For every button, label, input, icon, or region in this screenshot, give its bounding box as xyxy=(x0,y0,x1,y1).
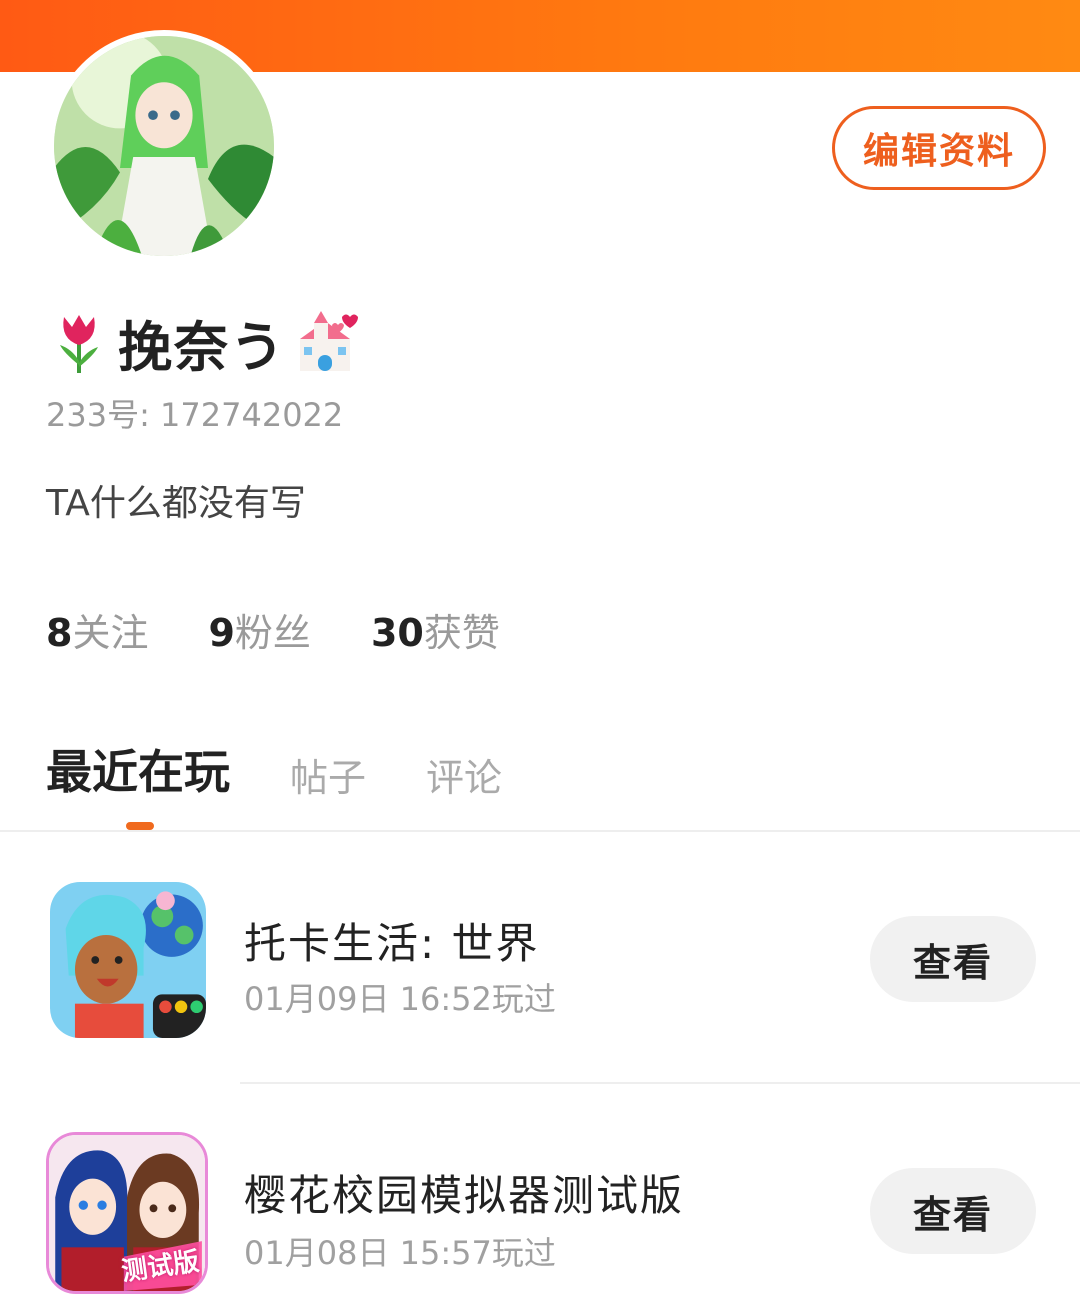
profile-stats: 8 关注 9 粉丝 30 获赞 xyxy=(46,602,560,657)
avatar[interactable] xyxy=(48,30,280,262)
game-list-item[interactable]: 托卡生活: 世界 01月09日 16:52玩过 查看 xyxy=(0,870,1080,1050)
profile-bio: TA什么都没有写 xyxy=(46,483,306,524)
view-game-button[interactable]: 查看 xyxy=(870,916,1036,1002)
wedding-chapel-emoji-icon xyxy=(300,311,358,371)
edit-profile-button[interactable]: 编辑资料 xyxy=(832,106,1046,190)
toca-life-world-icon xyxy=(50,882,206,1038)
profile-tabs: 最近在玩 帖子 评论 xyxy=(46,736,562,802)
tab-comments[interactable]: 评论 xyxy=(426,747,502,802)
stat-label: 获赞 xyxy=(423,611,500,655)
stat-number: 30 xyxy=(370,611,424,655)
stat-number: 8 xyxy=(46,611,73,655)
active-tab-indicator xyxy=(126,822,154,830)
user-id: 233号: 172742022 xyxy=(46,396,344,434)
profile-name: 挽奈う xyxy=(118,315,286,379)
game-title: 托卡生活: 世界 xyxy=(244,919,540,968)
game-title: 樱花校园模拟器测试版 xyxy=(244,1171,685,1220)
divider xyxy=(240,1082,1080,1084)
stat-number: 9 xyxy=(208,611,235,655)
game-played-time: 01月08日 15:57玩过 xyxy=(244,1234,556,1272)
tab-posts[interactable]: 帖子 xyxy=(290,747,366,802)
view-game-button[interactable]: 查看 xyxy=(870,1168,1036,1254)
divider xyxy=(0,830,1080,832)
stat-label: 粉丝 xyxy=(234,611,311,655)
game-played-time: 01月09日 16:52玩过 xyxy=(244,980,556,1018)
tab-recently-played[interactable]: 最近在玩 xyxy=(46,736,230,802)
stat-likes[interactable]: 30 获赞 xyxy=(371,602,500,657)
stat-followers[interactable]: 9 粉丝 xyxy=(208,602,310,657)
sakura-school-simulator-icon: 测试版 xyxy=(46,1132,208,1294)
game-list-item[interactable]: 测试版 樱花校园模拟器测试版 01月08日 15:57玩过 查看 xyxy=(0,1120,1080,1300)
stat-label: 关注 xyxy=(72,611,149,655)
tulip-emoji-icon xyxy=(60,315,98,373)
profile-name-row: 挽奈う xyxy=(46,306,358,379)
stat-following[interactable]: 8 关注 xyxy=(46,602,148,657)
avatar-anime-girl-icon xyxy=(54,36,274,256)
